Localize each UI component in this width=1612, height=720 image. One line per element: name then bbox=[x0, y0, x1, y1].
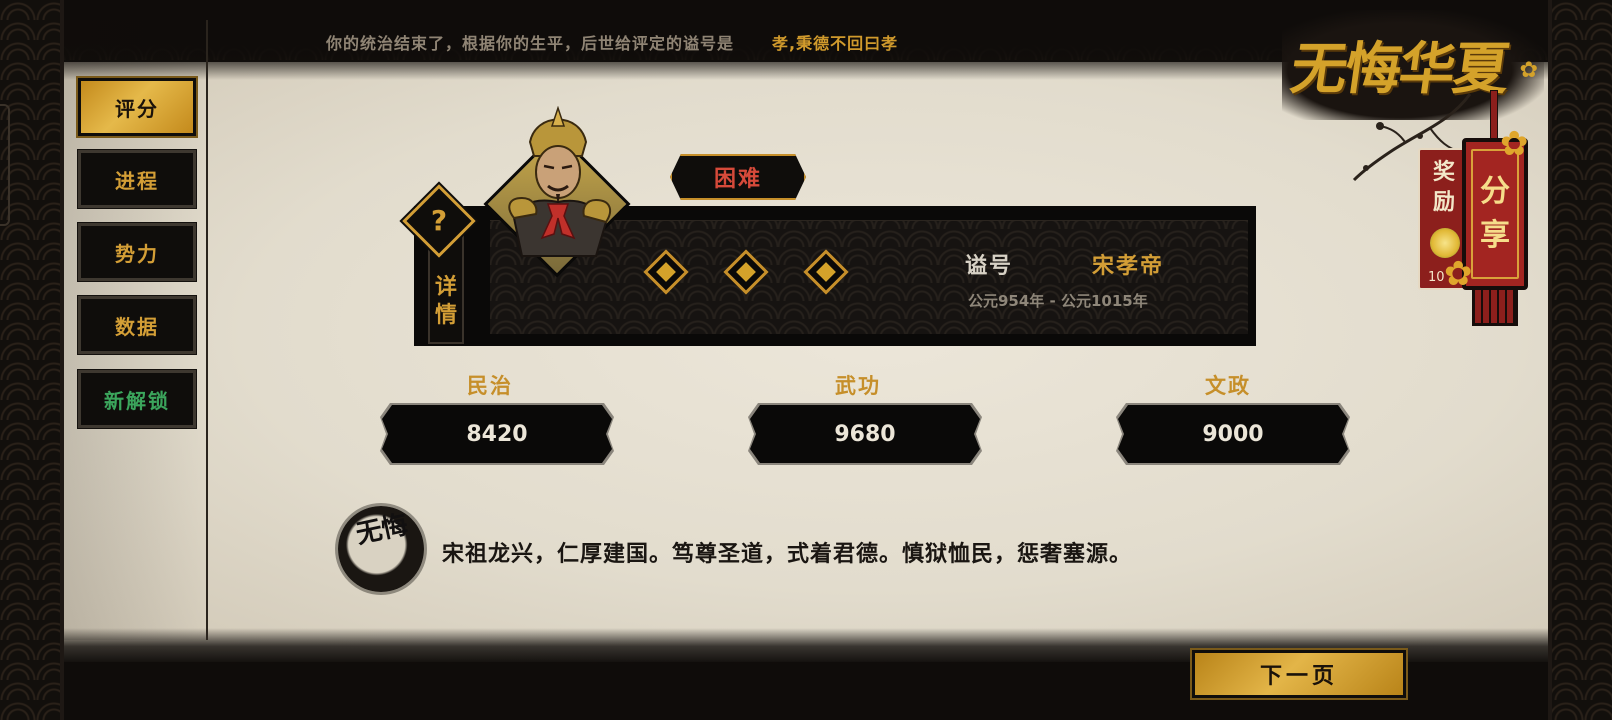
tab-forces[interactable]: 势力 bbox=[77, 222, 197, 282]
stat-box-military: 9680 bbox=[750, 405, 980, 463]
share-tassel bbox=[1472, 290, 1518, 326]
share-cord bbox=[1490, 90, 1498, 140]
stat-label-civil-rule: 民治 bbox=[467, 374, 513, 398]
frame-rule-right bbox=[1548, 0, 1552, 720]
verdict-banner: 你的统治结束了，根据你的生平，后世给评定的谥号是 孝,秉德不回曰孝 bbox=[326, 30, 898, 54]
share-tag-inner: 分享 bbox=[1471, 149, 1519, 279]
share-label: 分享 bbox=[1480, 174, 1510, 253]
tab-label: 评分 bbox=[115, 96, 159, 121]
details-label: 详情 bbox=[434, 275, 457, 328]
tab-data[interactable]: 数据 bbox=[77, 295, 197, 355]
flower-icon: ✿ bbox=[1500, 124, 1529, 164]
difficulty-badge: 困难 bbox=[670, 154, 806, 200]
tab-label: 势力 bbox=[115, 241, 159, 266]
posthumous-title-text: 孝,秉德不回曰孝 bbox=[772, 34, 899, 53]
tab-progress[interactable]: 进程 bbox=[77, 149, 197, 209]
tab-label: 数据 bbox=[115, 314, 159, 339]
stat-box-civil-rule: 8420 bbox=[382, 405, 612, 463]
stat-value: 8420 bbox=[466, 421, 528, 447]
flower-icon: ✿ bbox=[1519, 58, 1538, 83]
help-icon[interactable]: ? bbox=[424, 204, 454, 238]
verdict-intro-text: 你的统治结束了，根据你的生平，后世给评定的谥号是 bbox=[326, 34, 735, 53]
tab-label: 进程 bbox=[115, 168, 159, 193]
next-page-button[interactable]: 下一页 bbox=[1190, 648, 1408, 700]
next-page-label: 下一页 bbox=[1259, 664, 1338, 689]
stat-value: 9680 bbox=[834, 421, 896, 447]
stat-label-military: 武功 bbox=[835, 374, 881, 398]
difficulty-label: 困难 bbox=[713, 167, 762, 192]
stat-label-civil-admin: 文政 bbox=[1205, 374, 1251, 398]
tab-new-unlocks[interactable]: 新解锁 bbox=[77, 369, 197, 429]
emperor-portrait bbox=[508, 106, 612, 257]
reward-label: 奖励 bbox=[1432, 160, 1455, 215]
reward-count: 10 bbox=[1428, 270, 1445, 285]
title-value: 宋孝帝 bbox=[1092, 254, 1165, 279]
tab-score[interactable]: 评分 bbox=[76, 76, 198, 138]
flower-icon: ✿ bbox=[1444, 254, 1473, 294]
reign-years: 公元954年 - 公元1015年 bbox=[968, 292, 1148, 310]
stat-value: 9000 bbox=[1202, 421, 1264, 447]
parchment-panel bbox=[64, 62, 1548, 662]
title-label: 谥号 bbox=[965, 254, 1014, 279]
edge-handle bbox=[0, 104, 10, 226]
stat-box-civil-admin: 9000 bbox=[1118, 405, 1348, 463]
tab-label: 新解锁 bbox=[104, 388, 170, 413]
epitaph-text: 宋祖龙兴，仁厚建国。笃尊圣道，式着君德。慎狱恤民，惩奢塞源。 bbox=[442, 542, 1133, 567]
